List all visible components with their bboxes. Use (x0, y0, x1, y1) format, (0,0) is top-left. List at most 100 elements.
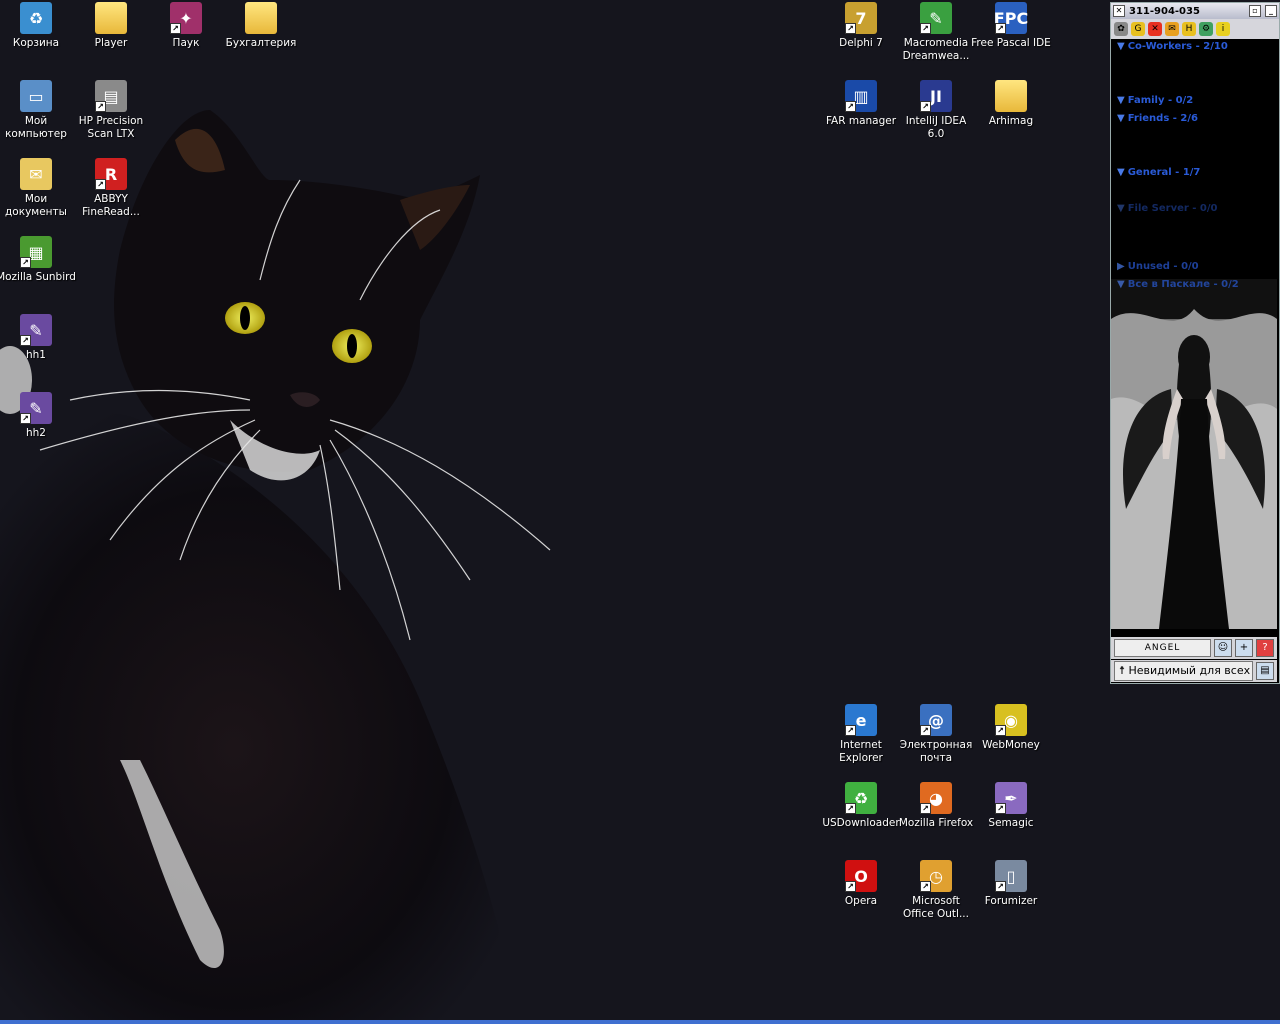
info-icon[interactable]: i (1216, 22, 1230, 36)
webmoney-icon: ◉ ↗ (995, 704, 1027, 736)
desktop-icon[interactable]: ♻ Корзина (0, 2, 76, 50)
recycle-bin-icon: ♻ (20, 2, 52, 34)
restore-icon[interactable]: ▫ (1249, 5, 1261, 17)
desktop-icon-label: Forumizer (984, 895, 1038, 907)
menu-icon[interactable]: ▤ (1256, 662, 1274, 680)
desktop-icon[interactable]: JI ↗ IntelliJ IDEA 6.0 (896, 80, 976, 141)
desktop-icon-label: Internet Explorer (839, 739, 883, 764)
icon-glyph: ✉ (29, 164, 43, 184)
desktop-icon[interactable]: @ ↗ Электронная почта (896, 704, 976, 765)
desktop-icon-label: Delphi 7 (839, 37, 883, 49)
desktop-icon-label: WebMoney (982, 739, 1040, 751)
desktop-icon-label: Корзина (12, 37, 60, 49)
delphi-icon: 7 ↗ (845, 2, 877, 34)
djvu-icon: ✎ ↗ (20, 392, 52, 424)
desktop-icon[interactable]: ◉ ↗ WebMoney (971, 704, 1051, 752)
settings-icon[interactable]: ✿ (1114, 22, 1128, 36)
desktop-icon[interactable]: ✦ ↗ Паук (146, 2, 226, 50)
desktop-icon[interactable]: 7 ↗ Delphi 7 (821, 2, 901, 50)
desktop-icon[interactable]: ✎ ↗ hh1 (0, 314, 76, 362)
skin-button[interactable]: ANGEL (1114, 639, 1211, 657)
desktop-icon-label: Semagic (988, 817, 1034, 829)
desktop-icon[interactable]: Бухгалтерия (221, 2, 301, 50)
messages-icon[interactable]: ✉ (1165, 22, 1179, 36)
desktop-icon[interactable]: Arhimag (971, 80, 1051, 128)
icon-glyph: ◉ (1004, 710, 1018, 730)
contacts-icon[interactable]: ☺ (1214, 639, 1232, 657)
sunbird-icon: ▦ ↗ (20, 236, 52, 268)
angel-skin-image (1111, 279, 1277, 629)
network-icon[interactable]: ⚙ (1199, 22, 1213, 36)
status-icon[interactable]: ✕ (1148, 22, 1162, 36)
djvu-icon: ✎ ↗ (20, 314, 52, 346)
desktop-icon[interactable]: ✉ Мои документы (0, 158, 76, 219)
desktop-icon[interactable]: e ↗ Internet Explorer (821, 704, 901, 765)
desktop-icon-label: FAR manager (825, 115, 897, 127)
group-file-server[interactable]: ▼ File Server - 0/0 (1117, 203, 1217, 214)
contact-list-titlebar[interactable]: ✕ 311-904-035 ▫ _ (1111, 3, 1279, 19)
desktop-icon-label: IntelliJ IDEA 6.0 (905, 115, 967, 140)
icon-glyph: ▭ (28, 86, 44, 106)
shortcut-arrow-icon: ↗ (995, 23, 1006, 34)
minimize-icon[interactable]: _ (1265, 5, 1277, 17)
desktop-icon[interactable]: FPC ↗ Free Pascal IDE (971, 2, 1051, 50)
shortcut-arrow-icon: ↗ (920, 101, 931, 112)
folder-icon (995, 80, 1027, 112)
desktop-icon[interactable]: ▥ ↗ FAR manager (821, 80, 901, 128)
desktop-icon[interactable]: ▦ ↗ Mozilla Sunbird (0, 236, 76, 284)
shortcut-arrow-icon: ↗ (995, 725, 1006, 736)
desktop-icon-label: Arhimag (988, 115, 1034, 127)
group-pascal[interactable]: ▼ Все в Паскале - 0/2 (1117, 279, 1239, 290)
icon-glyph: 7 (855, 8, 867, 28)
close-icon[interactable]: ✕ (1113, 5, 1125, 17)
shortcut-arrow-icon: ↗ (845, 101, 856, 112)
desktop-icon[interactable]: ✎ ↗ hh2 (0, 392, 76, 440)
desktop-icon[interactable]: ▯ ↗ Forumizer (971, 860, 1051, 908)
group-co-workers[interactable]: ▼ Co-Workers - 2/10 (1117, 41, 1228, 52)
shortcut-arrow-icon: ↗ (920, 803, 931, 814)
group-friends[interactable]: ▼ Friends - 2/6 (1117, 113, 1198, 124)
free-pascal-icon: FPC ↗ (994, 2, 1028, 34)
desktop-icon[interactable]: O ↗ Opera (821, 860, 901, 908)
desktop-icon[interactable]: ▤ ↗ HP Precision Scan LTX (71, 80, 151, 141)
abbyy-icon: R ↗ (95, 158, 127, 190)
help-icon[interactable]: ? (1256, 639, 1274, 657)
usdownloader-icon: ♻ ↗ (845, 782, 877, 814)
icon-glyph: JI (930, 86, 942, 106)
email-client-icon: @ ↗ (920, 704, 952, 736)
shortcut-arrow-icon: ↗ (170, 23, 181, 34)
shortcut-arrow-icon: ↗ (845, 23, 856, 34)
desktop-icon[interactable]: ◷ ↗ Microsoft Office Outl... (896, 860, 976, 921)
group-unused[interactable]: ▶ Unused - 0/0 (1117, 261, 1199, 272)
desktop-icon[interactable]: ▭ Мой компьютер (0, 80, 76, 141)
add-contact-icon[interactable]: + (1235, 639, 1253, 657)
desktop-icon[interactable]: R ↗ ABBYY FineRead... (71, 158, 151, 219)
desktop-icon[interactable]: ✎ ↗ Macromedia Dreamwea... (896, 2, 976, 63)
desktop-wallpaper (0, 0, 1280, 1024)
spider-game-icon: ✦ ↗ (170, 2, 202, 34)
outlook-icon: ◷ ↗ (920, 860, 952, 892)
desktop-icon[interactable]: ♻ ↗ USDownloader (821, 782, 901, 830)
desktop-icon[interactable]: Player (71, 2, 151, 50)
contact-list-toolbar: ✿ G ✕ ✉ H ⚙ i (1111, 19, 1279, 39)
group-family[interactable]: ▼ Family - 0/2 (1117, 95, 1193, 106)
contact-list-window[interactable]: ✕ 311-904-035 ▫ _ ✿ G ✕ ✉ H ⚙ i ▼ Co-Work… (1110, 2, 1280, 684)
shortcut-arrow-icon: ↗ (920, 881, 931, 892)
shortcut-arrow-icon: ↗ (995, 881, 1006, 892)
history-icon[interactable]: H (1182, 22, 1196, 36)
desktop-icon-label: ABBYY FineRead... (82, 193, 140, 218)
group-general[interactable]: ▼ General - 1/7 (1117, 167, 1200, 178)
groups-icon[interactable]: G (1131, 22, 1145, 36)
desktop-icon-label: Mozilla Firefox (898, 817, 974, 829)
shortcut-arrow-icon: ↗ (845, 725, 856, 736)
icon-glyph: ✎ (929, 8, 943, 28)
folder-icon (95, 2, 127, 34)
shortcut-arrow-icon: ↗ (20, 413, 31, 424)
contact-list-statusbar: ☨ Невидимый для всех ▤ (1111, 660, 1277, 682)
desktop-icon[interactable]: ✒ ↗ Semagic (971, 782, 1051, 830)
desktop-icon[interactable]: ◕ ↗ Mozilla Firefox (896, 782, 976, 830)
status-selector[interactable]: ☨ Невидимый для всех (1114, 661, 1253, 681)
icon-glyph: O (854, 866, 868, 886)
desktop-icon-label: hh2 (26, 427, 46, 439)
folder-icon (245, 2, 277, 34)
